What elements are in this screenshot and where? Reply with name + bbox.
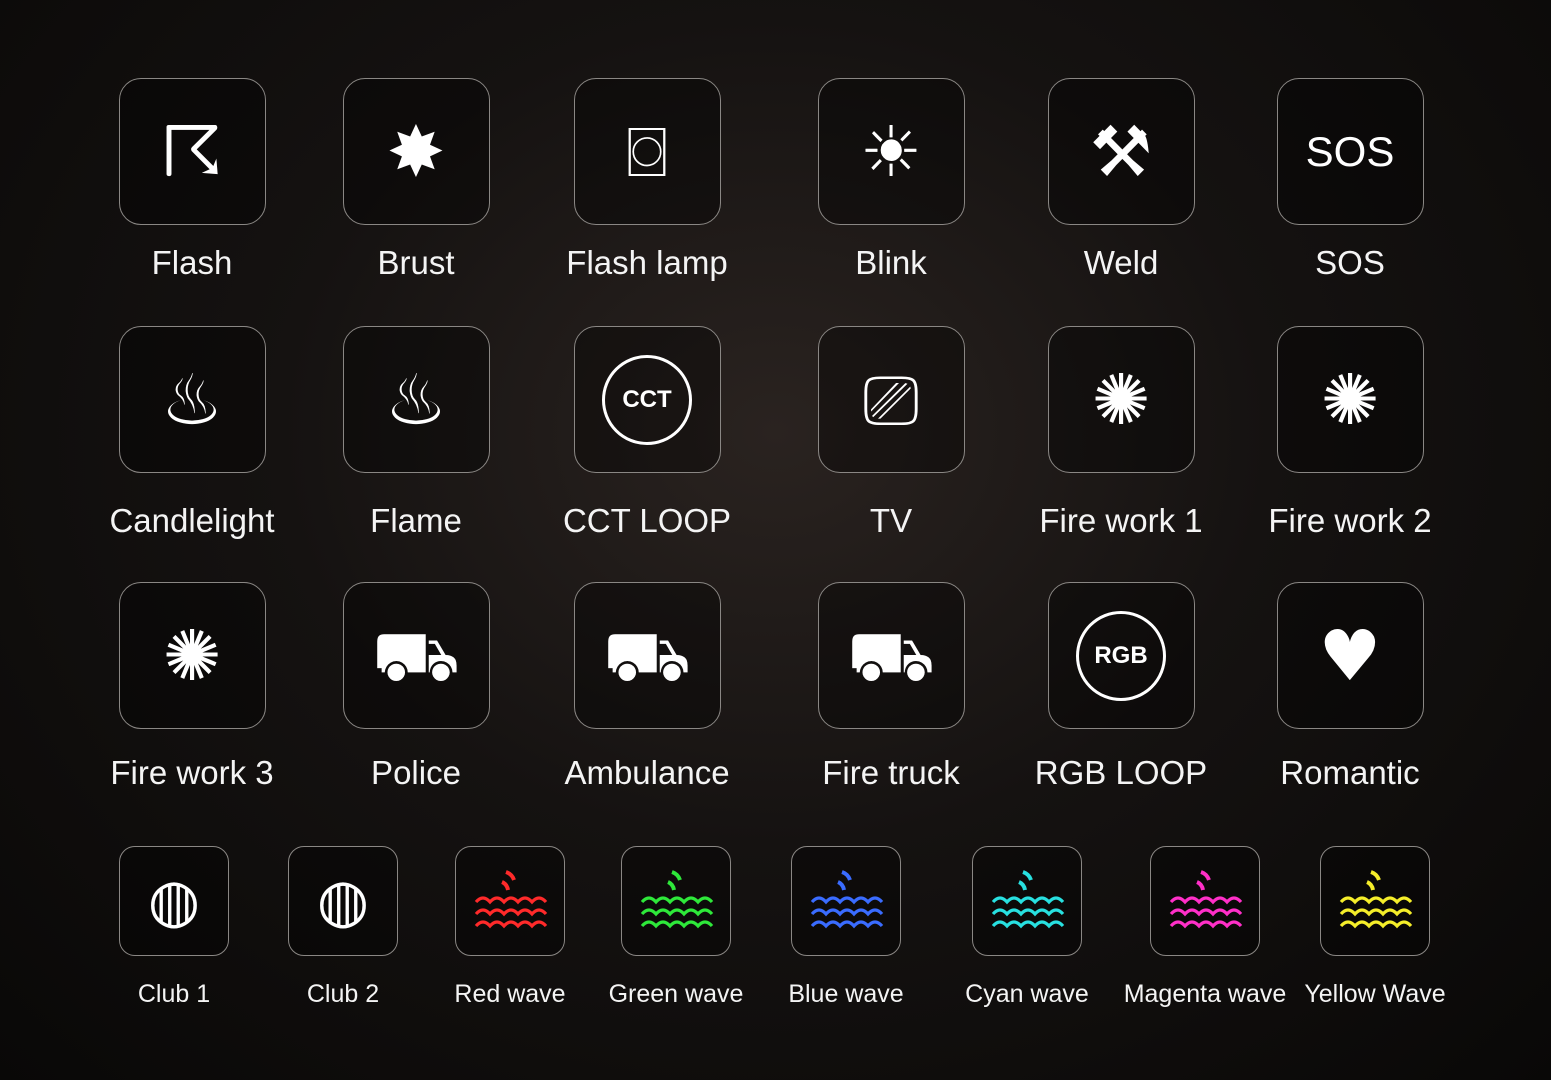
- effect-label: Fire work 1: [1039, 502, 1203, 539]
- effect-button-fire-work-1[interactable]: ✺: [1047, 326, 1195, 473]
- firework-icon: ✺: [1320, 358, 1380, 441]
- effect-button-flash[interactable]: ☈: [118, 78, 266, 225]
- effect-label: Blink: [855, 244, 927, 281]
- rgb-loop-icon: RGB: [1076, 610, 1166, 701]
- effect-label: TV: [869, 502, 913, 539]
- effect-label: Blue wave: [788, 980, 904, 1008]
- effect-label: Red wave: [454, 980, 566, 1008]
- wave-icon: [991, 870, 1065, 929]
- effect-label: Brust: [377, 244, 455, 281]
- wave-icon: [640, 870, 714, 929]
- effect-button-weld[interactable]: ⚒: [1047, 78, 1195, 225]
- effect-label: Weld: [1083, 244, 1159, 281]
- burst-icon: ✸: [386, 110, 446, 193]
- effect-label: Flash: [151, 244, 233, 281]
- effect-label: Cyan wave: [965, 980, 1089, 1008]
- effect-button-red-wave[interactable]: [455, 846, 565, 956]
- effect-button-ambulance[interactable]: ⛟: [573, 582, 721, 729]
- effect-label: Yellow Wave: [1304, 980, 1446, 1008]
- wave-icon: [1339, 870, 1413, 929]
- firework-icon: ✺: [1091, 358, 1151, 441]
- effect-button-club-1[interactable]: ◍: [119, 846, 229, 956]
- effect-label: Romantic: [1280, 754, 1420, 791]
- wave-icon: [810, 870, 884, 929]
- effect-button-flame[interactable]: ♨: [342, 326, 490, 473]
- wave-icon: [474, 870, 548, 929]
- effect-label: Flame: [370, 502, 462, 539]
- effect-button-tv[interactable]: ⎚: [817, 326, 965, 473]
- effect-button-rgb-loop[interactable]: RGB: [1047, 582, 1195, 729]
- candle-icon: ♨: [160, 358, 224, 441]
- effect-button-fire-work-3[interactable]: ✺: [118, 582, 266, 729]
- effect-label: Fire work 2: [1268, 502, 1432, 539]
- effect-button-fire-work-2[interactable]: ✺: [1276, 326, 1424, 473]
- effect-label: CCT LOOP: [562, 502, 732, 539]
- effect-label: Candlelight: [109, 502, 275, 539]
- effect-button-cct-loop[interactable]: CCT: [573, 326, 721, 473]
- effect-button-flash-lamp[interactable]: ⌼: [573, 78, 721, 225]
- effect-button-police[interactable]: ⛟: [342, 582, 490, 729]
- effect-button-brust[interactable]: ✸: [342, 78, 490, 225]
- effect-label: Police: [371, 754, 461, 791]
- campfire-icon: ♨: [384, 358, 448, 441]
- effect-label: SOS: [1315, 244, 1385, 281]
- camera-flash-icon: ⌼: [626, 110, 668, 193]
- welding-torch-icon: ⚒: [1089, 110, 1153, 193]
- thunder-cloud-icon: ☈: [160, 110, 224, 193]
- ambulance-icon: ⛟: [602, 614, 692, 697]
- firework-icon: ✺: [162, 614, 222, 697]
- effect-button-blink[interactable]: ☀: [817, 78, 965, 225]
- effect-label: Club 1: [137, 980, 211, 1008]
- couple-heart-icon: ♥: [1318, 614, 1382, 697]
- wave-icon: [1169, 870, 1243, 929]
- effect-button-candlelight[interactable]: ♨: [118, 326, 266, 473]
- lightbulb-icon: ☀: [859, 110, 923, 193]
- disco-ball-icon: ◍: [147, 866, 201, 936]
- effect-label: Ambulance: [564, 754, 730, 791]
- effect-button-club-2[interactable]: ◍: [288, 846, 398, 956]
- effect-button-blue-wave[interactable]: [791, 846, 901, 956]
- effect-button-yellow-wave[interactable]: [1320, 846, 1430, 956]
- effect-label: Green wave: [608, 980, 744, 1008]
- fire-truck-icon: ⛟: [846, 614, 936, 697]
- effect-button-magenta-wave[interactable]: [1150, 846, 1260, 956]
- effect-label: Magenta wave: [1123, 980, 1287, 1008]
- cct-loop-icon: CCT: [602, 354, 692, 445]
- effect-label: Fire truck: [822, 754, 960, 791]
- effect-button-green-wave[interactable]: [621, 846, 731, 956]
- effect-button-romantic[interactable]: ♥: [1276, 582, 1424, 729]
- effect-button-cyan-wave[interactable]: [972, 846, 1082, 956]
- effect-label: Flash lamp: [566, 244, 728, 281]
- effect-label: Club 2: [306, 980, 380, 1008]
- disco-ball-icon: ◍: [316, 866, 370, 936]
- effect-label: RGB LOOP: [1034, 754, 1208, 791]
- effect-button-fire-truck[interactable]: ⛟: [817, 582, 965, 729]
- police-car-icon: ⛟: [371, 614, 461, 697]
- sos-text-icon: SOS: [1305, 127, 1395, 175]
- tv-icon: ⎚: [863, 358, 919, 441]
- effect-button-sos[interactable]: SOS: [1276, 78, 1424, 225]
- effect-label: Fire work 3: [110, 754, 274, 791]
